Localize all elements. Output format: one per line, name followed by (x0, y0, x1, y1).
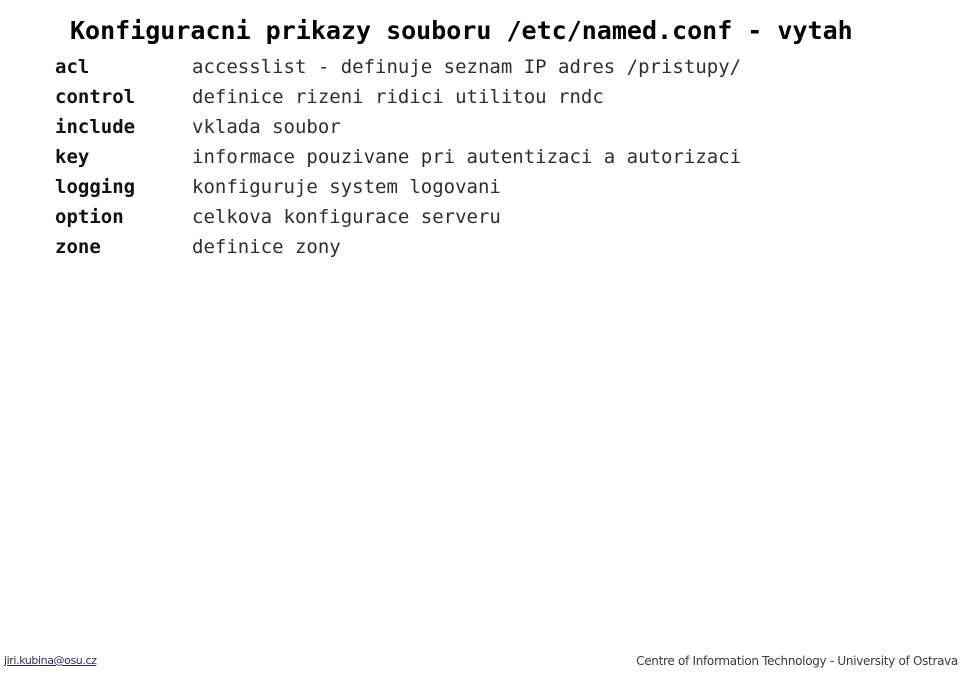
page-title: Konfiguracni prikazy souboru /etc/named.… (70, 15, 853, 45)
definition-term: logging (55, 176, 136, 198)
list-item: logging konfiguruje system logovani (55, 172, 955, 202)
email-link[interactable]: jiri.kubina@osu.cz (4, 654, 97, 668)
definition-description: definice rizeni ridici utilitou rndc (192, 86, 604, 108)
slide-footer: jiri.kubina@osu.cz Centre of Information… (0, 652, 960, 680)
list-item: zone definice zony (55, 232, 955, 262)
definition-term: control (55, 86, 136, 108)
definition-term: include (55, 116, 136, 138)
organization-label: Centre of Information Technology - Unive… (636, 654, 958, 668)
list-item: option celkova konfigurace serveru (55, 202, 955, 232)
definition-description: vklada soubor (192, 116, 341, 138)
definition-term: option (55, 206, 124, 228)
definition-term: key (55, 146, 90, 168)
definition-list: acl accesslist - definuje seznam IP adres… (55, 52, 955, 262)
definition-description: accesslist - definuje seznam IP adres /p… (192, 56, 742, 78)
definition-description: definice zony (192, 236, 341, 258)
slide-canvas: Konfiguracni prikazy souboru /etc/named.… (0, 0, 960, 680)
definition-description: celkova konfigurace serveru (192, 206, 501, 228)
list-item: control definice rizeni ridici utilitou r… (55, 82, 955, 112)
list-item: include vklada soubor (55, 112, 955, 142)
list-item: key informace pouzivane pri autentizaci a… (55, 142, 955, 172)
list-item: acl accesslist - definuje seznam IP adres… (55, 52, 955, 82)
definition-description: informace pouzivane pri autentizaci a au… (192, 146, 742, 168)
definition-description: konfiguruje system logovani (192, 176, 501, 198)
definition-term: zone (55, 236, 101, 258)
definition-term: acl (55, 56, 90, 78)
